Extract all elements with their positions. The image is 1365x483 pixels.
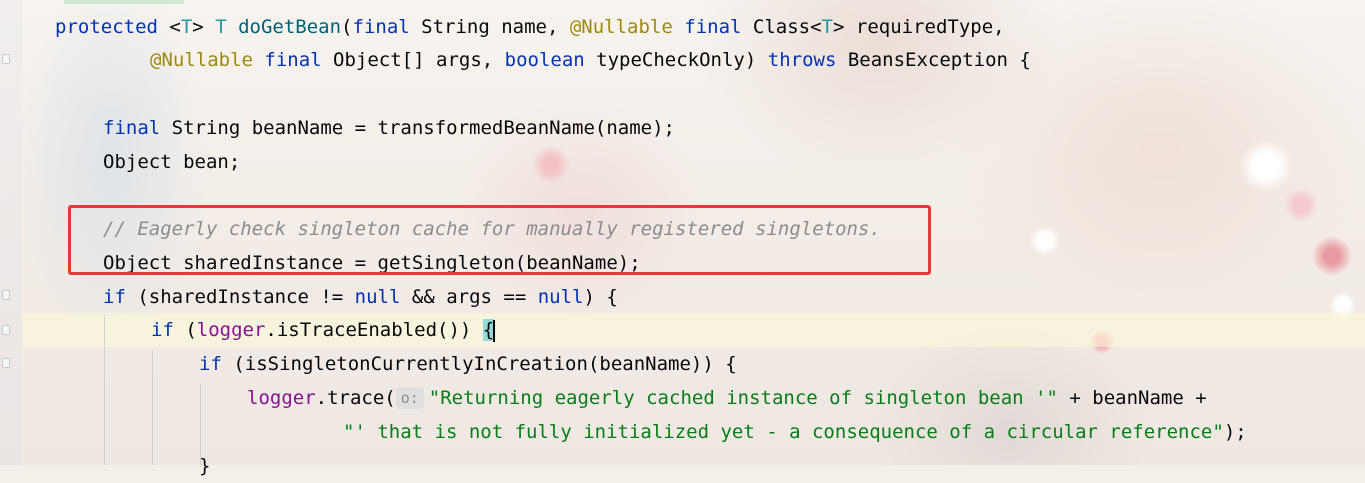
code-token: Object bean; [103,151,241,173]
annotation-token: @Nullable [150,49,253,71]
method-name-token: doGetBean [238,16,342,38]
code-line[interactable]: Object bean; [103,145,240,179]
flower-decoration [1284,188,1318,222]
indent-guide [152,350,153,465]
code-token: > [192,16,216,38]
code-token: ( [173,319,197,341]
type-param-token: T [821,16,833,38]
keyword-token: null [354,286,401,308]
code-token: Object[] args, [321,49,505,71]
keyword-token: if [103,286,126,308]
keyword-token: if [151,319,174,341]
code-line[interactable]: if (isSingletonCurrentlyInCreation(beanN… [199,347,737,381]
code-line[interactable]: } [199,449,210,483]
code-token: typeCheckOnly) [584,49,768,71]
editor-gutter[interactable] [0,0,22,465]
type-param-token: T [215,16,227,38]
code-line[interactable]: if (sharedInstance != null && args == nu… [103,280,618,314]
code-line[interactable]: logger.trace(o: "Returning eagerly cached… [247,381,1207,415]
code-token: ); [1223,421,1247,443]
keyword-token: final [352,16,410,38]
text-caret [493,319,496,342]
field-token: logger [247,387,316,409]
flower-decoration [1030,226,1060,256]
code-token: + beanName + [1057,387,1207,409]
code-line[interactable]: "' that is not fully initialized yet - a… [343,415,1247,449]
code-token: (sharedInstance != [125,286,355,308]
annotation-highlight-box [68,205,931,275]
field-token: logger [196,319,266,341]
code-token: BeansException { [836,49,1031,71]
keyword-token: if [199,353,222,375]
code-token: String beanName = transformedBeanName(na… [160,117,675,139]
code-line[interactable]: @Nullable final Object[] args, boolean t… [150,43,1031,77]
code-token: ( [341,16,353,38]
flower-decoration [1240,140,1292,192]
code-token: > requiredType, [833,16,1005,38]
annotation-token: @Nullable [569,16,673,38]
keyword-token: null [537,286,584,308]
parameter-hint: o: [395,387,424,409]
code-token: Class< [741,16,822,38]
fold-marker-icon[interactable] [2,325,10,335]
string-literal: "Returning eagerly cached instance of si… [428,387,1058,409]
code-token: && args == [400,286,538,308]
fold-marker-icon[interactable] [2,54,10,64]
code-token: (isSingletonCurrentlyInCreation(beanName… [221,353,737,375]
previous-line-fragment [64,0,184,4]
fold-marker-icon[interactable] [2,290,10,300]
keyword-token: protected [55,16,158,38]
code-token: ) { [583,286,618,308]
code-token: } [199,455,211,477]
code-line[interactable]: if (logger.isTraceEnabled()) { [151,313,496,347]
code-line[interactable]: protected <T> T doGetBean(final String n… [55,10,1005,44]
keyword-token: boolean [504,49,585,71]
code-token: .trace( [315,387,396,409]
flower-decoration [532,146,570,184]
code-token: String name, [409,16,570,38]
indent-guide [104,315,105,465]
code-token: .isTraceEnabled()) [265,319,483,341]
code-token: < [157,16,181,38]
keyword-token: final [103,117,161,139]
keyword-token: throws [767,49,837,71]
flower-decoration [1312,236,1352,276]
keyword-token: final [264,49,322,71]
keyword-token: final [684,16,742,38]
fold-marker-icon[interactable] [2,358,10,368]
type-param-token: T [180,16,193,38]
code-line[interactable]: final String beanName = transformedBeanN… [103,111,675,145]
string-literal: "' that is not fully initialized yet - a… [343,421,1224,443]
